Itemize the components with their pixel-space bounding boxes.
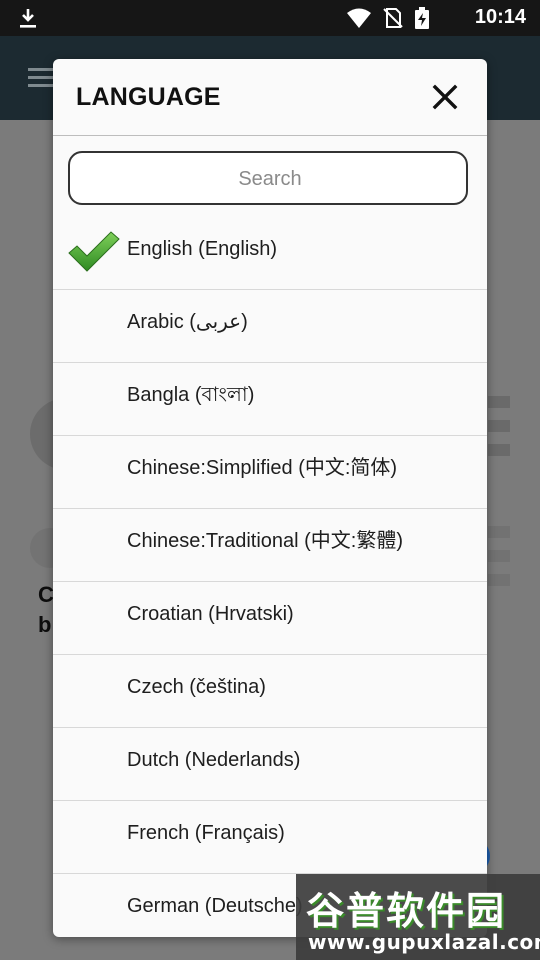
language-label: Chinese:Traditional (中文:繁體) [127, 530, 404, 552]
background-text: C b [38, 582, 54, 637]
language-label: Bangla (বাংলা) [127, 384, 255, 406]
background-bars-lower [488, 526, 510, 598]
watermark: 谷普软件园 www.gupuxlazal.com [296, 874, 540, 960]
language-item-croatian[interactable]: Croatian (Hrvatski) [53, 582, 487, 655]
language-item-arabic[interactable]: Arabic (عربى) [53, 290, 487, 363]
close-icon[interactable] [425, 77, 465, 117]
clock: 10:14 [474, 6, 526, 28]
watermark-url: www.gupuxlazal.com [308, 930, 540, 954]
language-item-dutch[interactable]: Dutch (Nederlands) [53, 728, 487, 801]
language-item-english[interactable]: English (English) [53, 217, 487, 290]
language-label: Dutch (Nederlands) [127, 749, 301, 771]
language-label: English (English) [127, 238, 278, 260]
wifi-icon [347, 8, 371, 28]
language-dialog: LANGUAGE English (English) Arabic (عربى) [53, 59, 487, 937]
menu-icon [28, 68, 54, 88]
language-label: French (Français) [127, 822, 285, 844]
no-sim-icon [383, 8, 403, 28]
language-label: Chinese:Simplified (中文:简体) [127, 457, 398, 479]
language-item-chinese-simplified[interactable]: Chinese:Simplified (中文:简体) [53, 436, 487, 509]
language-item-czech[interactable]: Czech (čeština) [53, 655, 487, 728]
search-field[interactable] [68, 151, 470, 205]
dialog-title: LANGUAGE [76, 83, 221, 111]
language-item-bangla[interactable]: Bangla (বাংলা) [53, 363, 487, 436]
language-label: German (Deutsche) [127, 895, 303, 917]
battery-charging-icon [415, 7, 429, 29]
watermark-name: 谷普软件园 [306, 889, 507, 933]
search-input[interactable] [70, 153, 470, 205]
dialog-header: LANGUAGE [53, 59, 487, 136]
checkmark-icon [68, 231, 120, 272]
language-list: English (English) Arabic (عربى) Bangla (… [53, 217, 487, 937]
language-item-french[interactable]: French (Français) [53, 801, 487, 874]
language-label: Croatian (Hrvatski) [127, 603, 294, 625]
download-icon [20, 9, 36, 28]
status-icons [346, 7, 430, 29]
background-bars [488, 396, 510, 468]
language-label: Czech (čeština) [127, 676, 266, 698]
language-item-chinese-traditional[interactable]: Chinese:Traditional (中文:繁體) [53, 509, 487, 582]
status-bar: 10:14 [0, 0, 540, 36]
language-label: Arabic (عربى) [127, 311, 248, 333]
